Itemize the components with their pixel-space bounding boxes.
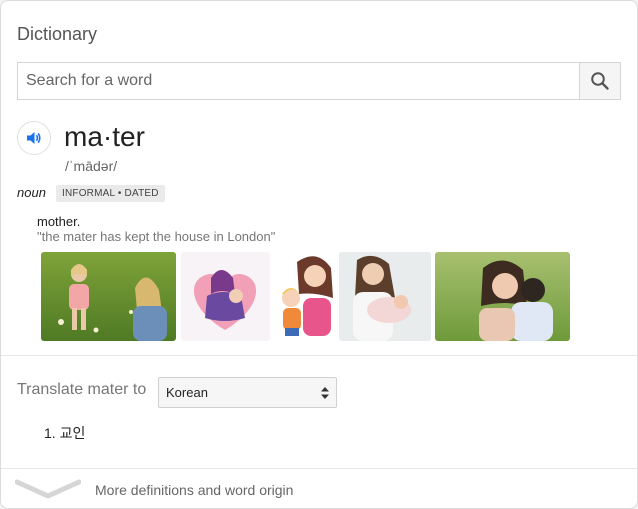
headword: ma·ter — [64, 121, 145, 152]
photo-mother-daughter-meadow — [41, 252, 176, 341]
card-title: Dictionary — [17, 24, 98, 44]
search-button[interactable] — [579, 63, 620, 99]
pronunciation-button[interactable] — [17, 121, 51, 155]
search-input[interactable] — [18, 63, 582, 99]
image-thumbnail[interactable] — [181, 252, 270, 341]
usage-label: INFORMAL • DATED — [56, 185, 165, 202]
example-sentence: "the mater has kept the house in London" — [37, 229, 276, 244]
image-thumbnail[interactable] — [435, 252, 570, 341]
selected-language: Korean — [166, 385, 208, 400]
image-thumbnail[interactable] — [275, 252, 337, 341]
updown-arrows-icon — [321, 387, 329, 399]
translate-label: Translate mater to — [17, 381, 147, 398]
definition: mother. — [37, 214, 81, 229]
illustration-cartoon-mother-child — [275, 252, 337, 341]
translation-result: 1. 교인 — [44, 425, 86, 441]
footer-divider — [1, 468, 637, 469]
chevron-down-icon[interactable] — [15, 478, 81, 500]
dictionary-card: Dictionary ma·ter /ˈmādər/ noun INFORMAL… — [0, 0, 638, 509]
image-thumbnail[interactable] — [339, 252, 431, 341]
part-of-speech: noun — [17, 185, 46, 200]
phonetic: /ˈmādər/ — [65, 158, 118, 174]
photo-mother-hugging-son — [435, 252, 570, 341]
more-definitions-link[interactable]: More definitions and word origin — [95, 482, 293, 498]
image-thumbnail[interactable] — [41, 252, 176, 341]
language-select[interactable]: Korean — [158, 377, 337, 408]
section-divider — [1, 355, 637, 356]
speaker-icon — [27, 132, 41, 144]
photo-mother-holding-baby — [339, 252, 431, 341]
illustration-mother-hug — [181, 252, 270, 341]
search-box — [17, 62, 621, 100]
search-icon — [591, 72, 609, 90]
